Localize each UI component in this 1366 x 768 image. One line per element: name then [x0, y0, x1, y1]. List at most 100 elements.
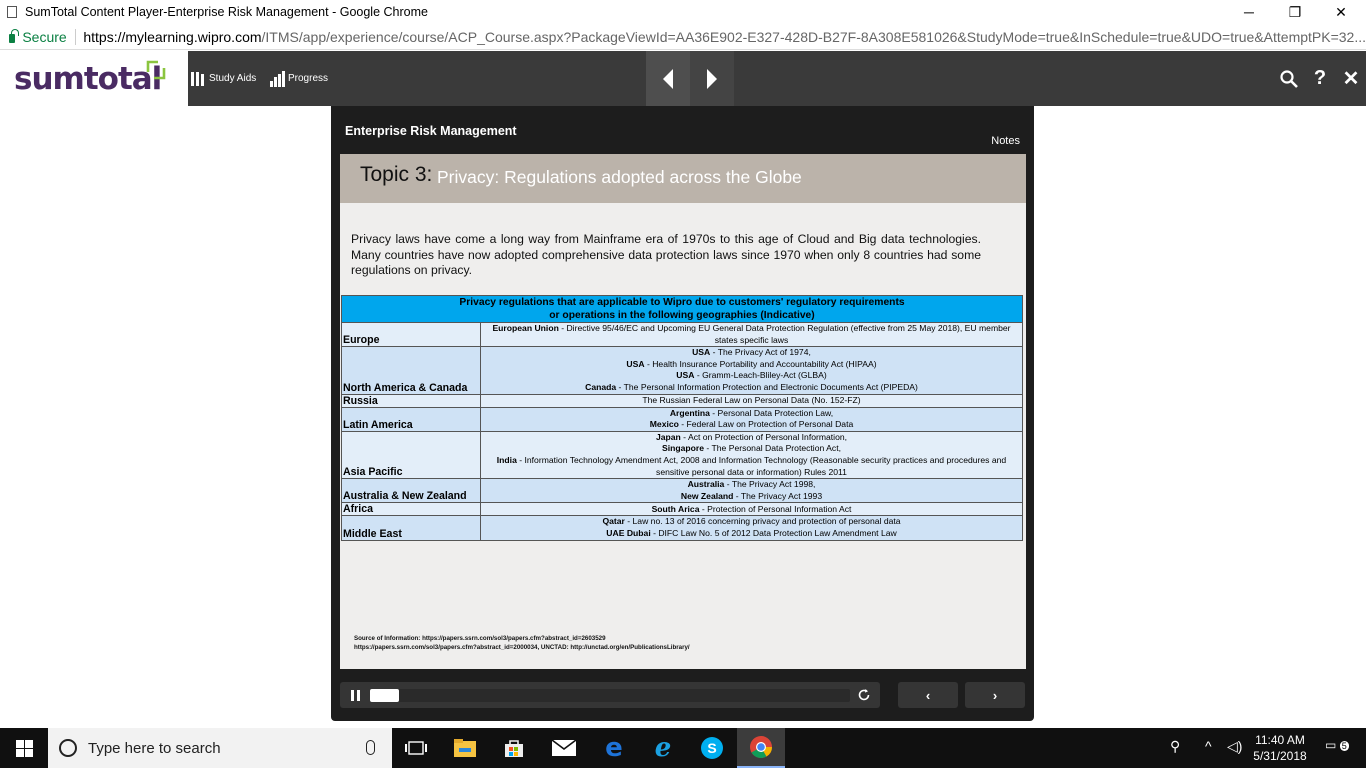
country-name: European Union [492, 323, 559, 333]
law-line: Australia - The Privacy Act 1998, [485, 479, 1018, 491]
study-aids-label: Study Aids [209, 73, 257, 84]
mail-button[interactable] [540, 728, 588, 768]
table-row: Middle East Qatar - Law no. 13 of 2016 co… [341, 515, 1023, 541]
country-name: Qatar [602, 516, 625, 527]
law-text: - Federal Law on Protection of Personal … [678, 419, 854, 430]
law-text: - The Privacy Act 1993 [733, 490, 823, 501]
address-separator [74, 28, 76, 45]
close-player-button[interactable]: ✕ [1336, 51, 1366, 106]
progress-icon [270, 70, 285, 87]
law-text: - Protection of Personal Information Act [699, 503, 852, 514]
country-name: Japan [655, 431, 681, 442]
table-row: Latin America Argentina - Personal Data P… [341, 406, 1023, 432]
file-explorer-button[interactable] [441, 728, 489, 768]
country-name: Australia [687, 479, 725, 490]
logo-mark-icon [146, 60, 166, 80]
region-cell: Australia & New Zealand [341, 478, 481, 504]
law-text: - DIFC Law No. 5 of 2012 Data Protection… [650, 527, 897, 538]
address-bar[interactable]: Secure https://mylearning.wipro.com /ITM… [0, 24, 1366, 50]
course-title: Enterprise Risk Management [345, 124, 517, 138]
volume-icon[interactable]: ◁) [1227, 738, 1242, 755]
notification-count: 5 [1339, 741, 1349, 751]
clock-time: 11:40 AM [1255, 733, 1305, 747]
slide-prev-button[interactable]: ‹ [898, 682, 958, 708]
search-placeholder: Type here to search [88, 739, 221, 757]
table-header: Privacy regulations that are applicable … [341, 295, 1023, 323]
url-path[interactable]: /ITMS/app/experience/course/ACP_Course.a… [262, 29, 1366, 45]
law-line: Singapore - The Personal Data Protection… [485, 443, 1018, 455]
next-page-button[interactable] [690, 51, 734, 106]
law-line: The Russian Federal Law on Personal Data… [485, 395, 1018, 407]
help-icon: ? [1313, 67, 1327, 89]
laws-cell: Argentina - Personal Data Protection Law… [480, 406, 1023, 432]
chevron-right-icon: › [992, 687, 998, 703]
law-text: - Act on Protection of Personal Informat… [680, 431, 848, 442]
country-name: Argentina [669, 407, 710, 418]
law-text: - Directive 95/46/EC and Upcoming EU Gen… [558, 323, 1011, 345]
source-note: Source of Information: https://papers.ss… [354, 634, 690, 652]
table-row: Asia Pacific Japan - Act on Protection of… [341, 430, 1023, 480]
country-name: Singapore [662, 443, 705, 454]
taskbar-search[interactable]: Type here to search [48, 728, 392, 768]
law-line: India - Information Technology Amendment… [485, 455, 1018, 478]
regulations-table: Privacy regulations that are applicable … [341, 295, 1023, 541]
skype-button[interactable]: S [688, 728, 736, 768]
action-center-button[interactable]: ▭ 5 [1325, 738, 1349, 752]
laws-cell: European Union - Directive 95/46/EC and … [480, 321, 1023, 348]
table-row: Australia & New Zealand Australia - The P… [341, 478, 1023, 504]
sumtotal-logo: sumtotal [0, 51, 188, 106]
mail-icon [552, 740, 576, 756]
law-text: - Law no. 13 of 2016 concerning privacy … [624, 516, 901, 527]
topic-title: Privacy: Regulations adopted across the … [437, 167, 802, 187]
previous-page-button[interactable] [646, 51, 690, 106]
progress-button[interactable]: Progress [270, 51, 328, 106]
internet-explorer-button[interactable]: e [639, 728, 687, 768]
window-title: SumTotal Content Player-Enterprise Risk … [25, 5, 428, 19]
svg-text:S: S [707, 740, 716, 756]
table-row: Africa South Arica - Protection of Person… [341, 502, 1023, 517]
law-line: Mexico - Federal Law on Protection of Pe… [485, 419, 1018, 431]
close-window-button[interactable]: ✕ [1318, 0, 1364, 24]
country-name: USA [626, 358, 645, 369]
laws-cell: South Arica - Protection of Personal Inf… [480, 502, 1023, 517]
task-view-button[interactable] [392, 728, 440, 768]
slide-next-button[interactable]: › [965, 682, 1025, 708]
microphone-icon[interactable] [366, 740, 375, 755]
region-cell: Russia [341, 393, 481, 408]
people-icon[interactable]: ⚲ [1170, 738, 1180, 755]
start-button[interactable] [0, 728, 48, 768]
notes-button[interactable]: Notes [991, 135, 1020, 147]
playback-bar [340, 682, 880, 708]
folder-icon [454, 739, 476, 757]
url-host[interactable]: https://mylearning.wipro.com [83, 29, 261, 45]
law-text: - Health Insurance Portability and Accou… [644, 358, 877, 369]
chrome-button[interactable] [737, 728, 785, 768]
search-button[interactable] [1274, 51, 1304, 106]
store-button[interactable] [490, 728, 538, 768]
help-button[interactable]: ? [1305, 51, 1335, 106]
edge-button[interactable]: e [590, 728, 638, 768]
minimize-button[interactable]: ─ [1226, 0, 1272, 24]
system-clock[interactable]: 11:40 AM 5/31/2018 [1250, 732, 1310, 764]
arrow-right-icon [707, 68, 717, 89]
study-aids-button[interactable]: Study Aids [190, 51, 256, 106]
app-header: sumtotal Study Aids Progress ? ✕ [0, 51, 1366, 106]
search-icon [1280, 69, 1298, 88]
law-line: Japan - Act on Protection of Personal In… [485, 432, 1018, 444]
edge-icon: e [605, 733, 623, 763]
clock-date: 5/31/2018 [1253, 749, 1307, 763]
law-line: Qatar - Law no. 13 of 2016 concerning pr… [485, 516, 1018, 528]
logo-text: sumtotal [14, 60, 162, 97]
playback-progress[interactable] [370, 689, 850, 702]
pause-icon[interactable] [351, 690, 361, 701]
close-icon: ✕ [1342, 68, 1360, 90]
law-text: - Information Technology Amendment Act, … [516, 454, 1007, 477]
replay-icon[interactable] [857, 688, 871, 702]
secure-label: Secure [22, 28, 67, 45]
law-text: - Gramm-Leach-Bliley-Act (GLBA) [694, 370, 827, 381]
law-line: USA - Health Insurance Portability and A… [485, 359, 1018, 371]
region-cell: Latin America [341, 406, 481, 432]
restore-button[interactable]: ❐ [1272, 0, 1318, 24]
chevron-up-icon[interactable]: ^ [1205, 738, 1212, 754]
country-name: Canada [585, 381, 617, 392]
